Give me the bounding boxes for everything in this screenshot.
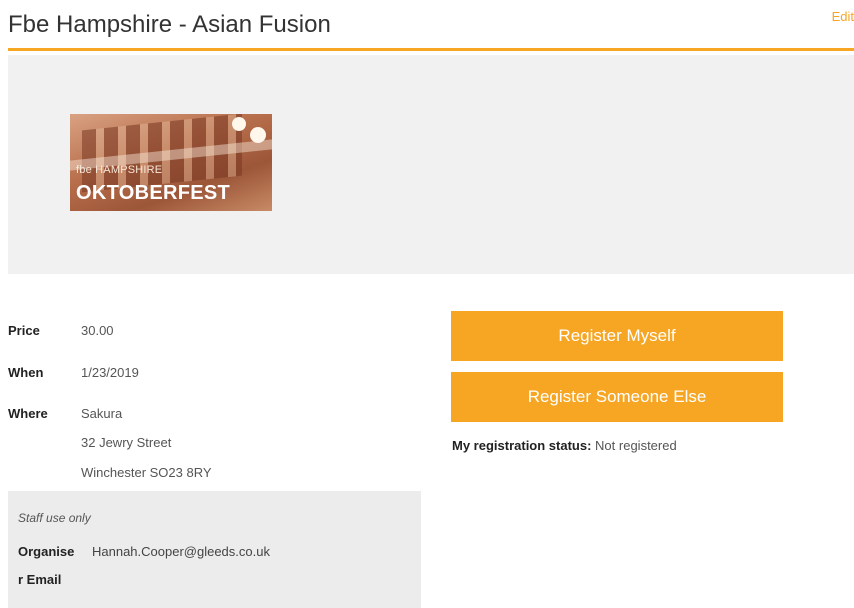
where-label: Where xyxy=(8,406,48,421)
light-circle-graphic xyxy=(250,127,266,143)
image-caption-small: fbe HAMPSHIRE xyxy=(76,164,163,176)
venue-name: Sakura xyxy=(81,406,123,421)
venue-city: Winchester SO23 8RY xyxy=(81,465,212,480)
light-circle-graphic xyxy=(232,117,246,131)
register-myself-button[interactable]: Register Myself xyxy=(451,311,783,361)
image-caption-big: OKTOBERFEST xyxy=(76,182,231,204)
page-header: Fbe Hampshire - Asian Fusion Edit xyxy=(8,0,854,51)
when-label: When xyxy=(8,365,44,380)
register-someone-else-button[interactable]: Register Someone Else xyxy=(451,372,783,422)
organiser-email: Hannah.Cooper@gleeds.co.uk xyxy=(92,544,270,559)
page-title: Fbe Hampshire - Asian Fusion xyxy=(8,11,331,38)
organiser-label: Organise xyxy=(18,544,75,559)
registration-status-value: Not registered xyxy=(595,438,677,453)
price-value: 30.00 xyxy=(81,323,114,338)
registration-status-label: My registration status: xyxy=(452,438,592,453)
organiser-label-continued: r Email xyxy=(18,572,62,587)
when-value: 1/23/2019 xyxy=(81,365,139,380)
price-label: Price xyxy=(8,323,40,338)
registration-status: My registration status: Not registered xyxy=(452,438,677,453)
event-banner: fbe HAMPSHIRE OKTOBERFEST xyxy=(8,55,854,274)
staff-panel: Staff use only Organise r Email Hannah.C… xyxy=(8,491,421,608)
event-image: fbe HAMPSHIRE OKTOBERFEST xyxy=(70,114,272,211)
edit-link[interactable]: Edit xyxy=(832,9,854,24)
venue-street: 32 Jewry Street xyxy=(81,435,172,450)
event-page: Fbe Hampshire - Asian Fusion Edit fbe HA… xyxy=(0,0,854,608)
staff-note: Staff use only xyxy=(18,511,91,525)
